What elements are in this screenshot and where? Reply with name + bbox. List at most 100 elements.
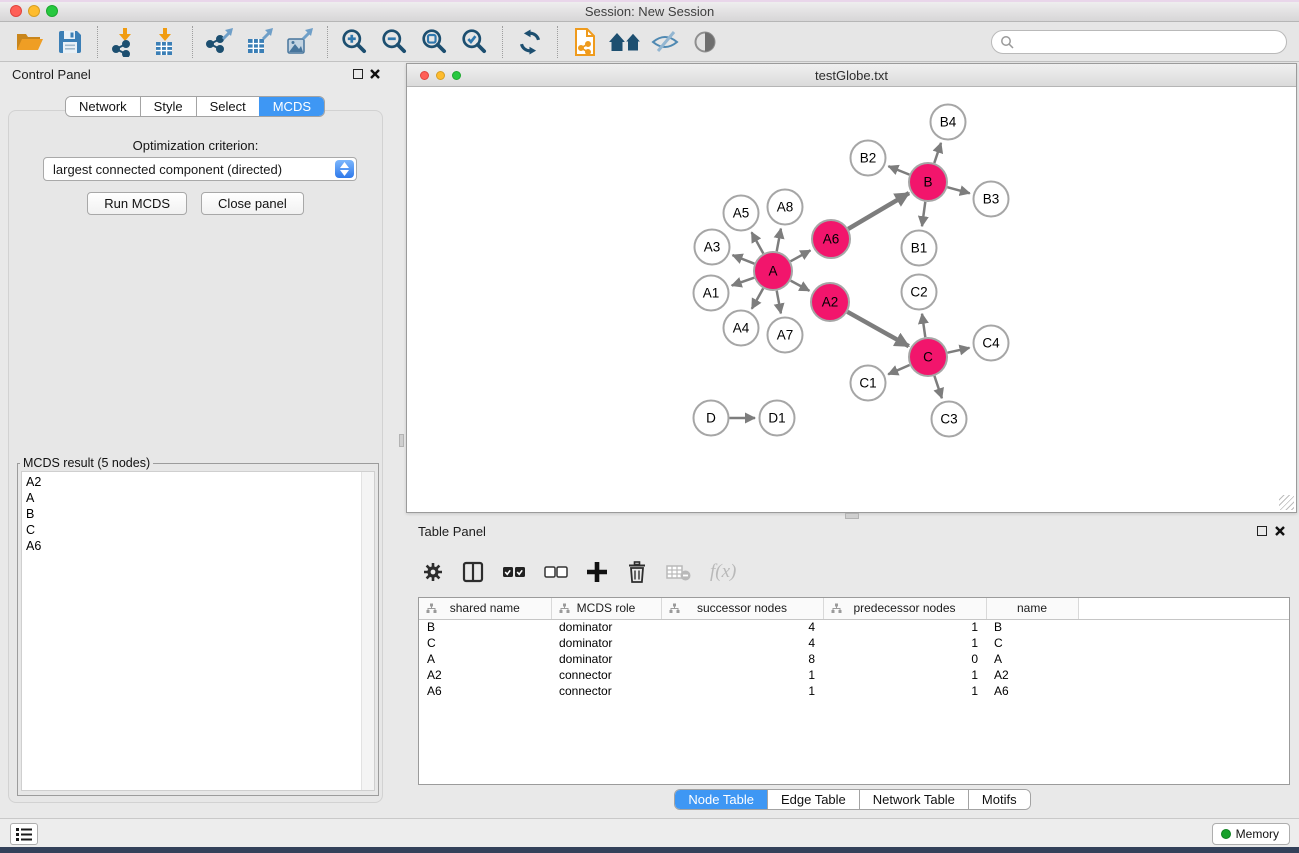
- cell[interactable]: B: [986, 619, 1078, 635]
- cell[interactable]: A2: [986, 667, 1078, 683]
- select-all-button[interactable]: [502, 565, 526, 579]
- table-row-A2[interactable]: A2connector11A2: [419, 667, 1289, 683]
- graph-edge-B-B3[interactable]: [947, 187, 970, 193]
- delete-table-button[interactable]: [666, 562, 692, 582]
- result-item-A2[interactable]: A2: [26, 474, 374, 490]
- graph-edge-A2-C[interactable]: [847, 312, 908, 346]
- apply-function-button[interactable]: f(x): [710, 561, 736, 583]
- graph-edge-B-B4[interactable]: [934, 143, 941, 163]
- resize-grip[interactable]: [1279, 495, 1294, 510]
- graph-edge-A-A2[interactable]: [791, 281, 810, 291]
- close-panel-button[interactable]: Close panel: [201, 192, 304, 215]
- result-item-B[interactable]: B: [26, 506, 374, 522]
- open-session-button[interactable]: [10, 25, 50, 59]
- column-header-shared-name[interactable]: shared name: [419, 598, 551, 619]
- graph-edge-A6-B[interactable]: [848, 193, 909, 229]
- show-graphics-button[interactable]: [685, 25, 725, 59]
- cell[interactable]: A6: [986, 683, 1078, 699]
- search-field[interactable]: [991, 30, 1287, 54]
- cell[interactable]: A6: [419, 683, 551, 699]
- graph-edge-B-B1[interactable]: [922, 202, 925, 226]
- result-item-C[interactable]: C: [26, 522, 374, 538]
- cell[interactable]: 4: [661, 619, 823, 635]
- tab-edge-table[interactable]: Edge Table: [767, 790, 859, 809]
- column-header-successor-nodes[interactable]: successor nodes: [661, 598, 823, 619]
- column-header-predecessor-nodes[interactable]: predecessor nodes: [823, 598, 986, 619]
- graph-edge-C-C2[interactable]: [922, 314, 925, 337]
- tab-style[interactable]: Style: [140, 97, 196, 116]
- optimization-criterion-dropdown[interactable]: largest connected component (directed): [43, 157, 357, 181]
- cell[interactable]: C: [986, 635, 1078, 651]
- close-table-panel-icon[interactable]: [1274, 525, 1286, 537]
- result-item-A[interactable]: A: [26, 490, 374, 506]
- cell[interactable]: 1: [823, 635, 986, 651]
- save-session-button[interactable]: [50, 25, 90, 59]
- graph-edge-A-A3[interactable]: [733, 255, 755, 264]
- zoom-fit-button[interactable]: [415, 25, 455, 59]
- tab-mcds[interactable]: MCDS: [259, 97, 324, 116]
- search-input[interactable]: [1019, 35, 1278, 49]
- cell[interactable]: B: [419, 619, 551, 635]
- import-network-button[interactable]: [105, 25, 145, 59]
- table-row-B[interactable]: Bdominator41B: [419, 619, 1289, 635]
- deselect-all-button[interactable]: [544, 565, 568, 579]
- network-canvas[interactable]: B4B2BB3A5A8A6A3B1AA1C2A2A4A7C4CC1C3DD1: [407, 87, 1296, 512]
- cell[interactable]: 1: [823, 683, 986, 699]
- graph-edge-A-A6[interactable]: [791, 250, 811, 261]
- graph-edge-C-C3[interactable]: [934, 376, 942, 398]
- graph-edge-A-A5[interactable]: [752, 232, 764, 253]
- cell[interactable]: dominator: [551, 635, 661, 651]
- cell[interactable]: 1: [823, 619, 986, 635]
- cell[interactable]: 0: [823, 651, 986, 667]
- cell[interactable]: dominator: [551, 619, 661, 635]
- graph-edge-A-A7[interactable]: [777, 291, 781, 314]
- zoom-in-button[interactable]: [335, 25, 375, 59]
- show-task-history-button[interactable]: [10, 823, 38, 845]
- splitter-handle-horizontal[interactable]: [845, 513, 859, 519]
- hide-graphics-button[interactable]: [645, 25, 685, 59]
- float-table-panel-button[interactable]: [1257, 526, 1267, 536]
- cell[interactable]: A2: [419, 667, 551, 683]
- export-network-button[interactable]: [200, 25, 240, 59]
- add-column-button[interactable]: [586, 561, 608, 583]
- memory-button[interactable]: Memory: [1212, 823, 1290, 845]
- show-columns-button[interactable]: [462, 560, 484, 584]
- table-settings-button[interactable]: [422, 561, 444, 583]
- clone-network-button[interactable]: [565, 25, 605, 59]
- cell[interactable]: 4: [661, 635, 823, 651]
- run-mcds-button[interactable]: Run MCDS: [87, 192, 187, 215]
- splitter-handle-vertical[interactable]: [399, 434, 404, 447]
- tab-select[interactable]: Select: [196, 97, 259, 116]
- network-window-titlebar[interactable]: testGlobe.txt: [407, 64, 1296, 87]
- cell[interactable]: 1: [661, 667, 823, 683]
- cell[interactable]: dominator: [551, 651, 661, 667]
- graph-edge-A-A8[interactable]: [777, 229, 781, 252]
- import-table-button[interactable]: [145, 25, 185, 59]
- cell[interactable]: connector: [551, 667, 661, 683]
- table-row-A6[interactable]: A6connector11A6: [419, 683, 1289, 699]
- cell[interactable]: connector: [551, 683, 661, 699]
- cell[interactable]: 8: [661, 651, 823, 667]
- graph-edge-A-A1[interactable]: [732, 278, 755, 286]
- tab-node-table[interactable]: Node Table: [675, 790, 767, 809]
- home-button[interactable]: [605, 25, 645, 59]
- cell[interactable]: 1: [823, 667, 986, 683]
- export-image-button[interactable]: [280, 25, 320, 59]
- graph-edge-A-A4[interactable]: [752, 288, 763, 308]
- tab-network-table[interactable]: Network Table: [859, 790, 968, 809]
- result-item-A6[interactable]: A6: [26, 538, 374, 554]
- zoom-selected-button[interactable]: [455, 25, 495, 59]
- zoom-out-button[interactable]: [375, 25, 415, 59]
- cell[interactable]: C: [419, 635, 551, 651]
- delete-column-button[interactable]: [626, 560, 648, 584]
- cell[interactable]: A: [986, 651, 1078, 667]
- table-row-A[interactable]: Adominator80A: [419, 651, 1289, 667]
- tab-network[interactable]: Network: [66, 97, 140, 116]
- graph-edge-B-B2[interactable]: [888, 166, 909, 174]
- table-row-C[interactable]: Cdominator41C: [419, 635, 1289, 651]
- column-header-name[interactable]: name: [986, 598, 1078, 619]
- close-panel-icon[interactable]: [369, 68, 381, 80]
- column-header-MCDS-role[interactable]: MCDS role: [551, 598, 661, 619]
- cell[interactable]: 1: [661, 683, 823, 699]
- result-scrollbar[interactable]: [361, 472, 374, 790]
